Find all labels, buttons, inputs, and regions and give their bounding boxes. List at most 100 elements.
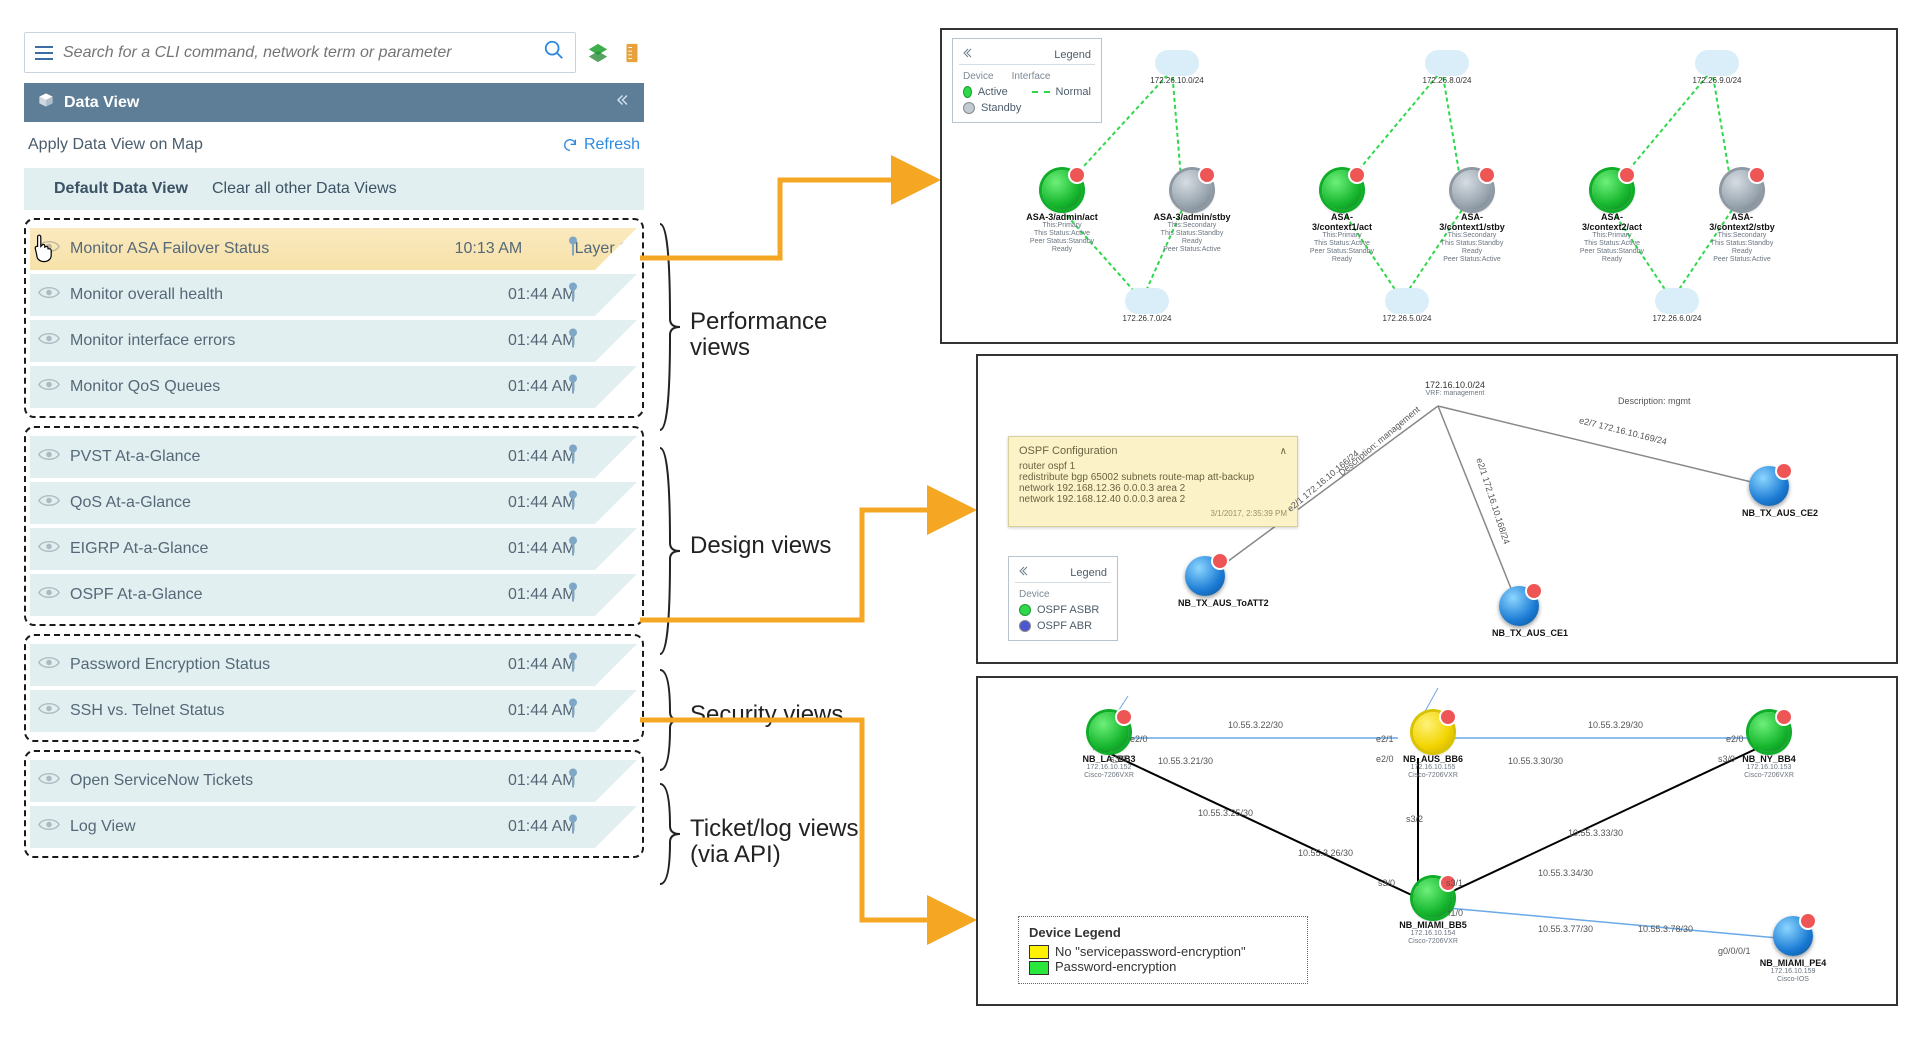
asa-standby-node[interactable]: ASA-3/context2/stbyThis:SecondaryThis St… <box>1702 170 1782 264</box>
edge-label: 10.55.3.21/30 <box>1158 756 1213 766</box>
data-view-name: Monitor ASA Failover Status <box>70 240 455 258</box>
data-view-name: SSH vs. Telnet Status <box>70 702 508 720</box>
ruler-icon[interactable] <box>620 41 644 65</box>
data-view-row[interactable]: Open ServiceNow Tickets01:44 AM <box>30 760 638 802</box>
topology-panel-security: NB_LA_BB3172.16.10.152Cisco-7206VXR NB_AU… <box>976 676 1898 1006</box>
pin-icon[interactable] <box>566 768 580 795</box>
group-label: Design views <box>690 533 880 559</box>
router-node[interactable]: NB_TX_AUS_ToATT2 <box>1178 556 1232 608</box>
visibility-icon[interactable] <box>38 447 60 468</box>
subnet-cloud[interactable]: 172.26.6.0/24 <box>1650 288 1704 323</box>
hamburger-icon[interactable] <box>35 46 53 60</box>
pin-icon[interactable] <box>566 282 580 309</box>
edge-label: g0/0/0/1 <box>1718 946 1751 956</box>
data-view-name: EIGRP At-a-Glance <box>70 540 508 558</box>
pin-icon[interactable] <box>566 490 580 517</box>
pin-icon[interactable] <box>566 698 580 725</box>
visibility-icon[interactable] <box>38 817 60 838</box>
pin-icon[interactable] <box>566 236 580 263</box>
apply-label: Apply Data View on Map <box>28 136 203 154</box>
collapse-icon[interactable] <box>612 91 630 114</box>
edge-label: 10.55.3.29/30 <box>1588 720 1643 730</box>
device-legend: Device Legend No "servicepassword-encryp… <box>1018 916 1308 984</box>
ospf-tooltip: OSPF Configuration∧ router ospf 1 redist… <box>1008 436 1298 527</box>
data-view-name: Open ServiceNow Tickets <box>70 772 508 790</box>
asa-active-node[interactable]: ASA-3/context2/actThis:PrimaryThis Statu… <box>1572 170 1652 264</box>
data-view-name: QoS At-a-Glance <box>70 494 508 512</box>
visibility-icon[interactable] <box>38 493 60 514</box>
edge-label: s3/0 <box>1718 754 1735 764</box>
router-node[interactable]: NB_AUS_BB6172.16.10.155Cisco-7206VXR <box>1388 712 1478 780</box>
data-view-group: PVST At-a-Glance01:44 AMQoS At-a-Glance0… <box>24 426 644 626</box>
edge-label: 10.55.3.33/30 <box>1568 828 1623 838</box>
router-node[interactable]: NB_MIAMI_BB5172.16.10.154Cisco-7206VXR <box>1388 878 1478 946</box>
tooltip-collapse-icon[interactable]: ∧ <box>1280 446 1287 457</box>
group-label: Performance views <box>690 309 880 362</box>
data-view-row[interactable]: PVST At-a-Glance01:44 AM <box>30 436 638 478</box>
legend-collapse-icon[interactable] <box>1019 565 1031 580</box>
router-node[interactable]: NB_MIAMI_PE4172.16.10.159Cisco-IOS <box>1748 916 1838 984</box>
subnet-cloud[interactable]: 172.26.7.0/24 <box>1120 288 1174 323</box>
data-view-row[interactable]: QoS At-a-Glance01:44 AM <box>30 482 638 524</box>
subnet-cloud[interactable]: 172.26.8.0/24 <box>1420 50 1474 85</box>
cube-icon <box>38 92 54 113</box>
router-node[interactable]: NB_TX_AUS_CE2 <box>1742 466 1796 518</box>
subnet-cloud[interactable]: 172.26.9.0/24 <box>1690 50 1744 85</box>
panel-title: Data View <box>64 94 139 112</box>
data-view-row[interactable]: Log View01:44 AM <box>30 806 638 848</box>
data-view-name: Log View <box>70 818 508 836</box>
layers-icon[interactable] <box>586 41 610 65</box>
search-box[interactable] <box>24 32 576 73</box>
data-view-group: Password Encryption Status01:44 AMSSH vs… <box>24 634 644 742</box>
center-node[interactable]: 172.16.10.0/24 VRF: management <box>1410 380 1500 398</box>
visibility-icon[interactable] <box>38 655 60 676</box>
data-view-row[interactable]: Password Encryption Status01:44 AM <box>30 644 638 686</box>
data-view-name: Password Encryption Status <box>70 656 508 674</box>
edge-label: e2/0 <box>1130 734 1148 744</box>
default-data-view-row[interactable]: Default Data View Clear all other Data V… <box>24 168 644 210</box>
visibility-icon[interactable] <box>38 771 60 792</box>
subnet-cloud[interactable]: 172.26.5.0/24 <box>1380 288 1434 323</box>
subnet-cloud[interactable]: 172.26.10.0/24 <box>1150 50 1204 85</box>
data-view-row[interactable]: Monitor interface errors01:44 AM <box>30 320 638 362</box>
router-node[interactable]: NB_TX_AUS_CE1 <box>1492 586 1546 638</box>
pin-icon[interactable] <box>566 374 580 401</box>
search-icon[interactable] <box>543 39 565 66</box>
data-view-row[interactable]: Monitor overall health01:44 AM <box>30 274 638 316</box>
pin-icon[interactable] <box>566 652 580 679</box>
clear-all-link[interactable]: Clear all other Data Views <box>212 180 397 198</box>
pin-icon[interactable] <box>566 328 580 355</box>
data-view-row[interactable]: OSPF At-a-Glance01:44 AM <box>30 574 638 616</box>
router-node[interactable]: NB_LA_BB3172.16.10.152Cisco-7206VXR <box>1064 712 1154 780</box>
edge-label: s3/0 <box>1110 754 1127 764</box>
router-node[interactable]: NB_NY_BB4172.16.10.153Cisco-7206VXR <box>1724 712 1814 780</box>
data-view-row[interactable]: Monitor QoS Queues01:44 AM <box>30 366 638 408</box>
edge-label: e2/0 <box>1376 754 1394 764</box>
visibility-icon[interactable] <box>38 585 60 606</box>
data-view-row[interactable]: EIGRP At-a-Glance01:44 AM <box>30 528 638 570</box>
asa-standby-node[interactable]: ASA-3/admin/stbyThis:SecondaryThis Statu… <box>1152 170 1232 254</box>
asa-standby-node[interactable]: ASA-3/context1/stbyThis:SecondaryThis St… <box>1432 170 1512 264</box>
data-view-row[interactable]: SSH vs. Telnet Status01:44 AM <box>30 690 638 732</box>
group-label: Security views <box>690 702 880 728</box>
visibility-icon[interactable] <box>38 285 60 306</box>
edge-label: 10.55.3.78/30 <box>1638 924 1693 934</box>
visibility-icon[interactable] <box>38 539 60 560</box>
visibility-icon[interactable] <box>38 331 60 352</box>
pin-icon[interactable] <box>566 536 580 563</box>
data-view-row[interactable]: Monitor ASA Failover Status10:13 AMLayer… <box>30 228 638 270</box>
data-view-group: Monitor ASA Failover Status10:13 AMLayer… <box>24 218 644 418</box>
visibility-icon[interactable] <box>38 377 60 398</box>
pin-icon[interactable] <box>566 444 580 471</box>
edge-label: 10.55.3.26/30 <box>1298 848 1353 858</box>
visibility-icon[interactable] <box>38 701 60 722</box>
pin-icon[interactable] <box>566 582 580 609</box>
refresh-button[interactable]: Refresh <box>562 136 640 154</box>
group-label: Ticket/log views (via API) <box>690 816 880 869</box>
asa-active-node[interactable]: ASA-3/context1/actThis:PrimaryThis Statu… <box>1302 170 1382 264</box>
topology-panel-design: OSPF Configuration∧ router ospf 1 redist… <box>976 354 1898 664</box>
default-title: Default Data View <box>54 180 188 198</box>
search-input[interactable] <box>63 44 543 62</box>
asa-active-node[interactable]: ASA-3/admin/actThis:PrimaryThis Status:A… <box>1022 170 1102 254</box>
pin-icon[interactable] <box>566 814 580 841</box>
